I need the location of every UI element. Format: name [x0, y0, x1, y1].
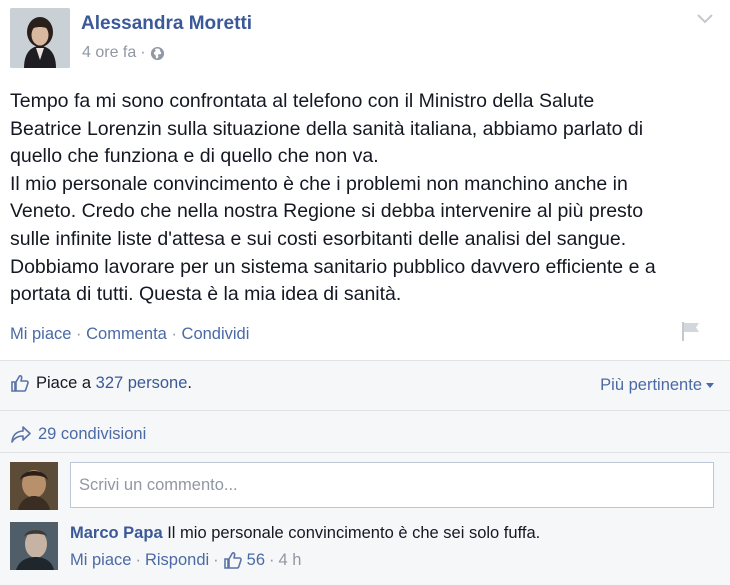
- comment-timestamp[interactable]: 4 h: [279, 551, 302, 570]
- post-text-line: Beatrice Lorenzin sulla situazione della…: [10, 117, 644, 140]
- comment: Marco Papa Il mio personale convinciment…: [70, 524, 540, 543]
- caret-down-icon: [706, 382, 714, 388]
- divider: [0, 452, 730, 453]
- comment-actions: Mi piace · Rispondi · 56 · 4 h: [70, 550, 301, 570]
- comment-separator: ·: [135, 550, 141, 569]
- sort-label: Più pertinente: [600, 376, 702, 394]
- comment-separator: ·: [213, 550, 219, 569]
- author-photo: [10, 8, 70, 68]
- post-meta: 4 ore fa ·: [82, 44, 165, 62]
- current-user-avatar[interactable]: [10, 462, 58, 510]
- action-separator: ·: [171, 325, 177, 343]
- action-separator: ·: [76, 325, 82, 343]
- comment-text: Il mio personale convincimento è che sei…: [167, 524, 541, 542]
- comment-button[interactable]: Commenta: [86, 325, 167, 343]
- commenter-avatar[interactable]: [10, 522, 58, 570]
- globe-icon[interactable]: [150, 46, 165, 61]
- likes-prefix: Piace a: [36, 373, 92, 392]
- comment-separator: ·: [269, 550, 275, 569]
- flag-icon[interactable]: [679, 319, 703, 343]
- post-text-line: Veneto. Credo che nella nostra Regione s…: [10, 200, 644, 223]
- share-arrow-icon: [11, 426, 31, 443]
- post-text-line: sulle infinite liste d'attesa e sui cost…: [10, 227, 627, 250]
- likes-suffix: .: [187, 373, 192, 392]
- user-photo: [10, 462, 58, 510]
- likes-summary: Piace a 327 persone.: [10, 373, 192, 393]
- post-text-line: quello che funziona e di quello che non …: [10, 145, 379, 168]
- like-button[interactable]: Mi piace: [10, 325, 71, 343]
- post-actions: Mi piace · Commenta · Condividi: [10, 325, 249, 344]
- comment-author[interactable]: Marco Papa: [70, 524, 163, 542]
- share-button[interactable]: Condividi: [182, 325, 250, 343]
- thumbs-up-icon[interactable]: [223, 550, 243, 570]
- comment-reply-button[interactable]: Rispondi: [145, 551, 209, 570]
- meta-separator: ·: [140, 44, 146, 61]
- chevron-down-icon[interactable]: [694, 8, 716, 28]
- comment-like-button[interactable]: Mi piace: [70, 551, 131, 570]
- divider: [0, 410, 730, 411]
- post-text-line: Tempo fa mi sono confrontata al telefono…: [10, 90, 595, 112]
- thumbs-up-icon: [11, 375, 29, 392]
- shares-count: 29 condivisioni: [38, 424, 147, 443]
- comment-like-count[interactable]: 56: [247, 551, 265, 570]
- post-text-line: Dobbiamo lavorare per un sistema sanitar…: [10, 255, 656, 278]
- post-text-line: portata di tutti. Questa è la mia idea d…: [10, 283, 402, 306]
- post-body: Tempo fa mi sono confrontata al telefono…: [10, 88, 722, 309]
- post-timestamp[interactable]: 4 ore fa: [82, 44, 136, 62]
- shares-link[interactable]: 29 condivisioni: [10, 424, 146, 444]
- commenter-photo: [10, 522, 58, 570]
- post-author-name[interactable]: Alessandra Moretti: [81, 13, 252, 35]
- author-avatar[interactable]: [10, 8, 70, 68]
- comment-input[interactable]: [70, 462, 714, 508]
- comment-sort-dropdown[interactable]: Più pertinente: [600, 376, 714, 395]
- likes-count-link[interactable]: 327 persone: [96, 374, 188, 392]
- post-text-line: Il mio personale convincimento è che i p…: [10, 172, 628, 195]
